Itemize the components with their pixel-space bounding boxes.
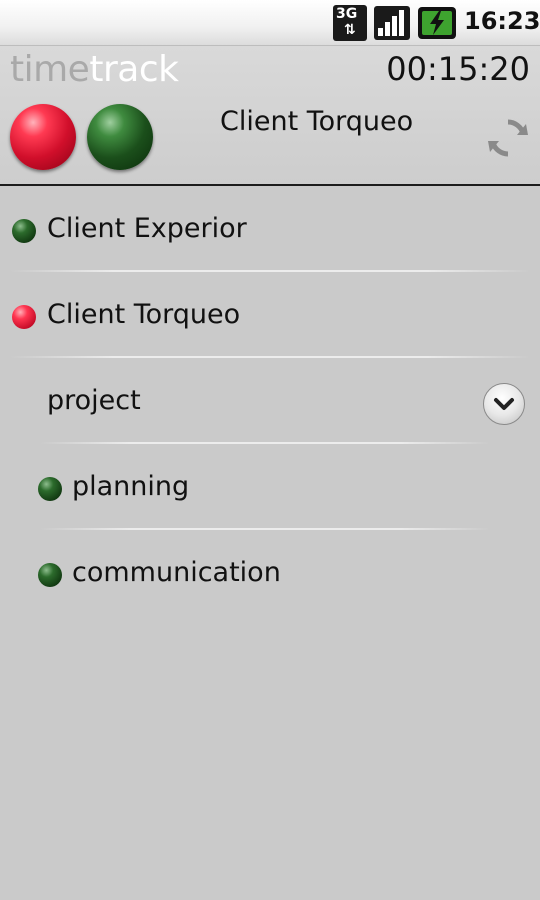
task-list: Client Experior Client Torqueo project p… [0, 186, 540, 616]
status-green-icon [38, 563, 62, 587]
refresh-icon[interactable] [486, 116, 530, 160]
list-item-label: planning [72, 471, 190, 502]
network-type-label: 3G [336, 6, 358, 22]
data-arrows-icon: ⇅ [344, 22, 356, 38]
app-logo: timetrack [10, 49, 179, 90]
list-item-label: Client Torqueo [47, 299, 241, 330]
stop-button[interactable] [10, 104, 76, 170]
network-3g-icon: 3G ⇅ [333, 5, 367, 41]
app-header: timetrack 00:15:20 Client Torqueo [0, 46, 540, 186]
list-item-client-experior[interactable]: Client Experior [0, 186, 540, 272]
status-bar: 3G ⇅ 16:23 [0, 0, 540, 46]
expand-chevron-button[interactable] [483, 383, 525, 425]
chevron-down-icon [494, 398, 514, 410]
start-button[interactable] [87, 104, 153, 170]
logo-time-text: time [10, 49, 90, 90]
status-red-icon [12, 305, 36, 329]
list-item-planning[interactable]: planning [0, 444, 540, 530]
logo-track-text: track [89, 49, 179, 90]
list-item-label: Client Experior [47, 213, 247, 244]
signal-strength-icon [374, 6, 410, 40]
battery-charging-icon [418, 7, 456, 39]
current-task-title: Client Torqueo [220, 106, 414, 137]
list-item-label: communication [72, 557, 281, 588]
clock: 16:23 [464, 7, 540, 35]
elapsed-timer: 00:15:20 [386, 50, 530, 88]
list-item-communication[interactable]: communication [0, 530, 540, 616]
list-item-label: project [47, 385, 141, 416]
status-green-icon [38, 477, 62, 501]
list-item-client-torqueo[interactable]: Client Torqueo [0, 272, 540, 358]
status-green-icon [12, 219, 36, 243]
list-item-project[interactable]: project [0, 358, 540, 444]
